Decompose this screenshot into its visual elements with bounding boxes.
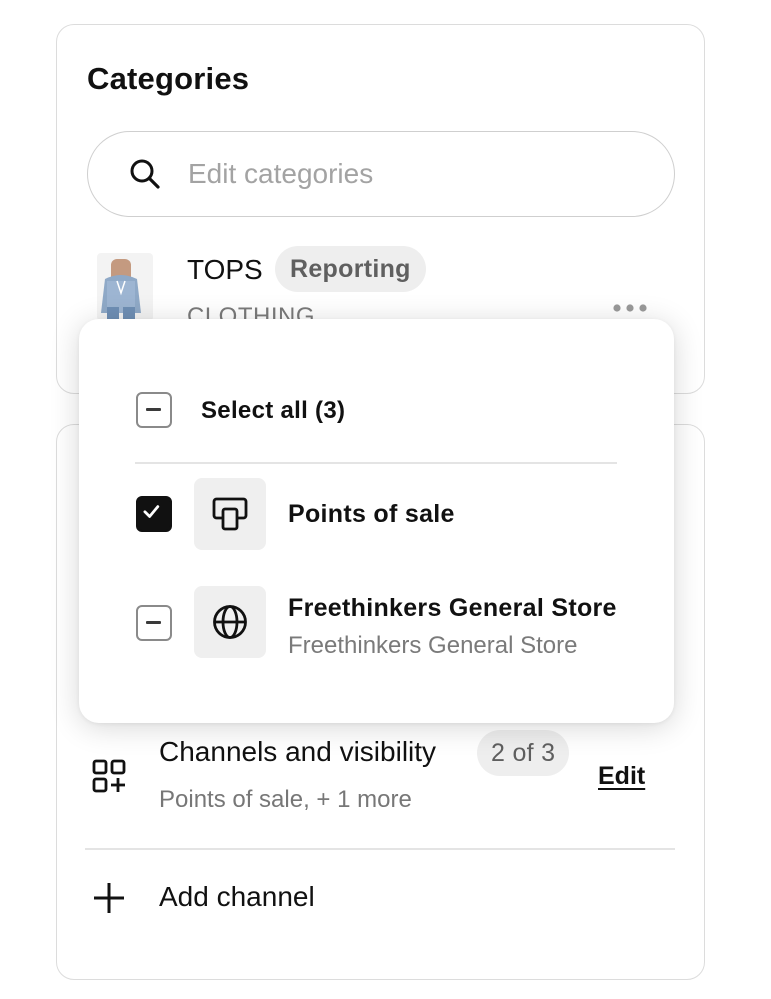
channels-count-badge: 2 of 3 — [477, 730, 570, 776]
add-channel-button[interactable]: Add channel — [159, 880, 315, 914]
channel-select-popover: Select all (3) Points of sale Freethinke… — [79, 319, 674, 723]
select-all-checkbox[interactable] — [136, 392, 172, 428]
more-options-icon[interactable] — [611, 301, 651, 315]
points-of-sale-label[interactable]: Points of sale — [288, 499, 455, 529]
category-search-input[interactable]: Edit categories — [87, 131, 675, 217]
reporting-badge: Reporting — [275, 246, 426, 292]
page: Categories Edit categories TOPS Reportin… — [0, 0, 771, 999]
freethinkers-store-checkbox[interactable] — [136, 605, 172, 641]
points-of-sale-checkbox[interactable] — [136, 496, 172, 532]
freethinkers-store-label[interactable]: Freethinkers General Store — [288, 593, 617, 623]
search-icon — [130, 159, 160, 189]
pos-icon-tile — [194, 478, 266, 550]
channels-grid-icon — [92, 759, 126, 793]
category-thumbnail — [97, 253, 153, 321]
plus-icon[interactable] — [92, 881, 126, 915]
categories-title: Categories — [87, 61, 250, 96]
globe-icon — [213, 605, 247, 639]
divider — [85, 848, 675, 850]
channels-title: Channels and visibility — [159, 736, 437, 767]
select-all-label[interactable]: Select all (3) — [201, 396, 345, 426]
category-name: TOPS — [187, 254, 263, 285]
edit-channels-link[interactable]: Edit — [598, 761, 645, 791]
freethinkers-store-sublabel: Freethinkers General Store — [288, 632, 578, 659]
online-store-icon-tile — [194, 586, 266, 658]
checkmark-icon — [143, 505, 160, 518]
channels-summary: Points of sale, + 1 more — [159, 786, 412, 813]
pos-terminal-icon — [212, 497, 248, 531]
search-placeholder: Edit categories — [188, 158, 374, 189]
category-row[interactable]: TOPS Reporting CLOTHING — [87, 246, 675, 330]
divider — [135, 462, 617, 464]
